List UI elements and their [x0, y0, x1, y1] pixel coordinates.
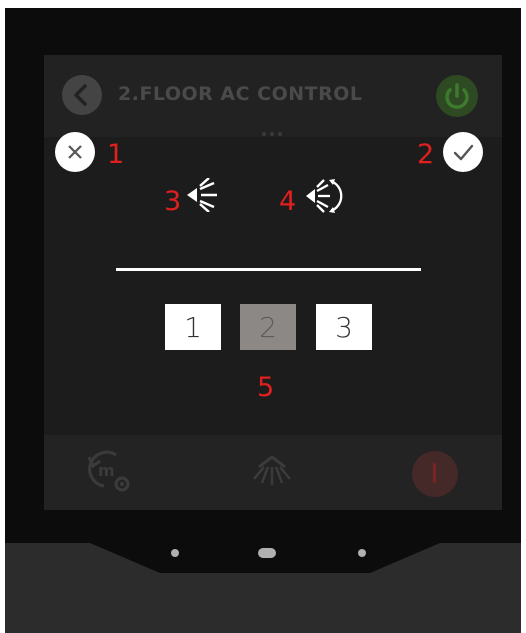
- indicator-led-center: [258, 548, 276, 558]
- annotation-label: 4: [279, 186, 297, 217]
- annotation-label: 1: [107, 139, 125, 170]
- indicator-led-right: [358, 549, 366, 557]
- fan-speed-1-button[interactable]: 1: [165, 304, 221, 350]
- annotation-label: 5: [257, 372, 275, 403]
- indicator-led-left: [171, 549, 179, 557]
- bottom-toolbar: m: [44, 435, 502, 510]
- power-off-icon[interactable]: [412, 451, 458, 497]
- page-indicator: [262, 121, 286, 136]
- fan-speed-3-button[interactable]: 3: [316, 304, 372, 350]
- fan-speed-2-button[interactable]: 2: [240, 304, 296, 350]
- cancel-button[interactable]: [55, 132, 95, 172]
- louver-swing-icon[interactable]: [249, 453, 295, 489]
- power-icon: [445, 83, 469, 109]
- screen-header: 2.FLOOR AC CONTROL: [44, 55, 502, 137]
- power-button[interactable]: [436, 75, 478, 117]
- back-button[interactable]: [62, 75, 102, 115]
- check-icon: [453, 144, 474, 161]
- close-icon: [68, 145, 82, 159]
- divider-line: [116, 268, 421, 271]
- chevron-left-icon: [74, 84, 87, 106]
- page-title: 2.FLOOR AC CONTROL: [118, 83, 363, 105]
- annotation-label: 2: [417, 139, 435, 170]
- control-screen: 2.FLOOR AC CONTROL m: [44, 55, 502, 510]
- annotation-label: 3: [164, 186, 182, 217]
- swing-airflow-icon[interactable]: [304, 176, 344, 216]
- confirm-button[interactable]: [443, 132, 483, 172]
- schedule-settings-icon[interactable]: m: [84, 447, 136, 497]
- svg-text:m: m: [98, 461, 115, 480]
- fixed-airflow-icon[interactable]: [185, 178, 219, 212]
